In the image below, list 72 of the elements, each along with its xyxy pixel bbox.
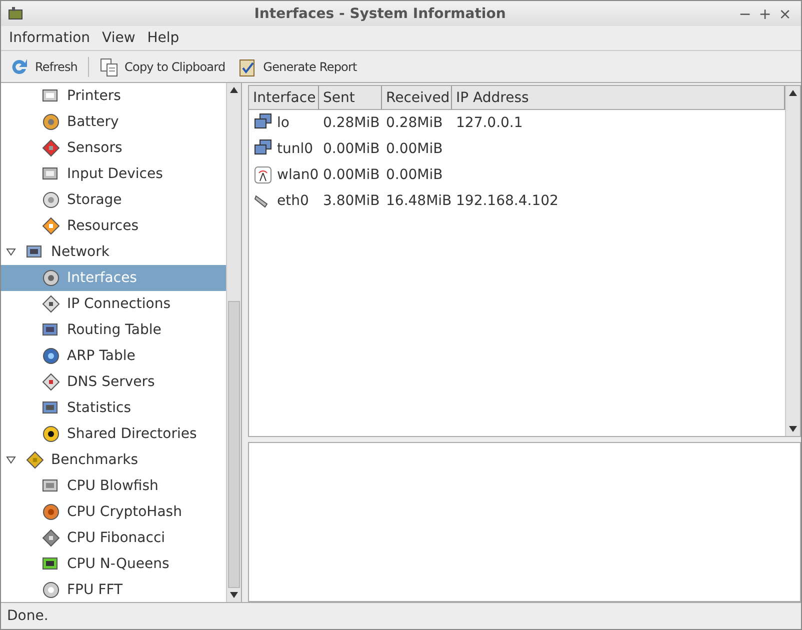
window-control[interactable]: − [735,4,755,22]
app-icon [7,6,25,22]
tree-item[interactable]: DNS Servers [1,369,226,395]
tree-item[interactable]: CPU Blowfish [1,473,226,499]
toolbar-button[interactable]: Copy to Clipboard [94,54,230,78]
item-icon [41,372,61,392]
tree-item[interactable]: CPU Fibonacci [1,525,226,551]
tree-item[interactable]: IP Connections [1,291,226,317]
table-cell: lo [249,113,319,133]
table-cell: tunl0 [249,139,319,159]
tree-item[interactable]: Battery [1,109,226,135]
tree-item[interactable]: ARP Table [1,343,226,369]
expander-icon[interactable] [6,455,16,465]
table-cell-text: 0.28MiB [322,115,381,131]
scroll-down-icon[interactable] [789,426,797,432]
status-text: Done. [6,607,50,626]
column-header[interactable]: Received [382,86,452,110]
column-header[interactable]: Interface [249,86,319,110]
item-icon [41,216,61,236]
table-cell-text: 0.00MiB [385,167,444,183]
item-icon [41,424,61,444]
tree-item[interactable]: Resources [1,213,226,239]
item-icon [41,138,61,158]
scrollbar[interactable] [226,83,241,602]
tree-item[interactable]: CPU N-Queens [1,551,226,577]
tree-item[interactable]: Statistics [1,395,226,421]
menu-item[interactable]: Help [141,30,186,46]
toolbar-button[interactable]: Generate Report [233,54,361,78]
expander-icon[interactable] [6,247,16,257]
item-icon [41,112,61,132]
scrollbar[interactable] [785,86,800,436]
table-cell-text: 0.00MiB [322,141,381,157]
menu-item[interactable]: View [96,30,142,46]
tree-item[interactable]: Benchmarks [1,447,226,473]
table-cell-text: 0.00MiB [322,167,381,183]
item-icon [41,190,61,210]
table-cell-text: 3.80MiB [322,193,381,209]
table-cell-text: 192.168.4.102 [455,193,560,209]
documents-icon [98,56,119,76]
tree-item[interactable]: Shared Directories [1,421,226,447]
window-control[interactable]: × [775,4,795,22]
tree-item[interactable]: Storage [1,187,226,213]
window-title: Interfaces - System Information [253,6,507,22]
item-icon [41,346,61,366]
tree-item[interactable]: Routing Table [1,317,226,343]
item-icon [41,268,61,288]
scroll-up-icon[interactable] [230,87,238,93]
scrollbar-thumb[interactable] [228,300,240,588]
tree-item[interactable]: Input Devices [1,161,226,187]
table-cell-text: 0.00MiB [385,141,444,157]
toolbar-button[interactable]: Refresh [5,54,82,78]
table-cell: wlan0 [249,165,319,185]
tree-item[interactable]: Printers [1,83,226,109]
scroll-up-icon[interactable] [789,90,797,96]
table-cell-text: 0.28MiB [385,115,444,131]
tree-item[interactable]: CPU CryptoHash [1,499,226,525]
item-icon [41,294,61,314]
item-icon [25,450,45,470]
table-cell-text: 16.48MiB [385,193,452,209]
tree-item[interactable]: Network [1,239,226,265]
item-icon [41,502,61,522]
tree-item[interactable]: FPU FFT [1,577,226,602]
clipboard-check-icon [237,56,258,76]
tree-item[interactable]: Sensors [1,135,226,161]
column-header[interactable]: IP Address [452,86,785,110]
item-icon [41,528,61,548]
table-cell-text: 127.0.0.1 [455,115,524,131]
table-cell: eth0 [249,191,319,211]
scroll-down-icon[interactable] [230,592,238,598]
menu-item[interactable]: Information [3,30,96,46]
column-header[interactable]: Sent [319,86,382,110]
window-control[interactable]: + [755,4,775,22]
